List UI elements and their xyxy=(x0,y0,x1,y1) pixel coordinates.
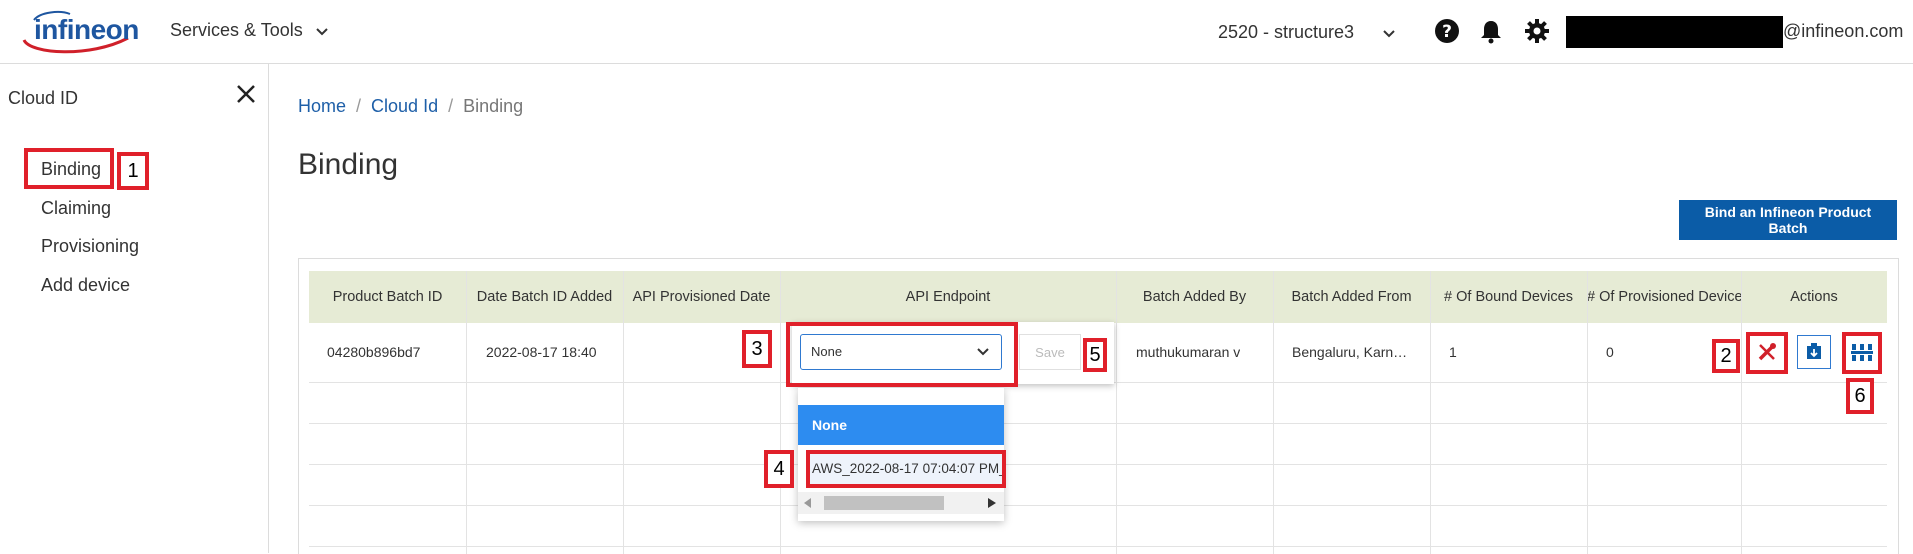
close-icon[interactable] xyxy=(234,82,258,106)
grid-line xyxy=(1741,271,1742,554)
services-tools-menu[interactable]: Services & Tools xyxy=(170,20,328,41)
dropdown-option-none[interactable]: None xyxy=(798,405,1004,445)
annotation-number: 5 xyxy=(1083,338,1107,372)
breadcrumb-separator: / xyxy=(448,96,454,116)
redacted-username xyxy=(1566,16,1783,48)
annotation-box xyxy=(1746,332,1788,374)
grid-line xyxy=(1116,271,1117,554)
annotation-box xyxy=(24,148,114,189)
column-header: Batch Added From xyxy=(1291,289,1412,305)
help-icon[interactable]: ? xyxy=(1434,18,1460,44)
svg-text:?: ? xyxy=(1442,22,1452,42)
annotation-number: 1 xyxy=(117,152,149,190)
grid-line xyxy=(1587,271,1588,554)
breadcrumb-home[interactable]: Home xyxy=(298,96,346,116)
logo-text: infineon xyxy=(34,14,139,45)
annotation-box xyxy=(1842,332,1882,374)
export-button[interactable] xyxy=(1797,335,1831,369)
cell-provisioned-devices: 0 xyxy=(1606,344,1614,360)
sidebar: Cloud ID Binding Claiming Provisioning A… xyxy=(0,64,269,553)
annotation-number: 3 xyxy=(742,330,772,368)
column-header: API Endpoint xyxy=(905,289,991,305)
breadcrumb-cloud-id[interactable]: Cloud Id xyxy=(371,96,438,116)
cell-bound-devices: 1 xyxy=(1449,344,1457,360)
bind-product-batch-button[interactable]: Bind an Infineon Product Batch xyxy=(1679,200,1897,240)
page-title: Binding xyxy=(298,148,399,181)
scroll-left-icon[interactable] xyxy=(804,498,812,508)
breadcrumb-separator: / xyxy=(356,96,362,116)
option-label: None xyxy=(812,417,847,433)
annotation-number: 2 xyxy=(1712,339,1740,373)
chevron-down-icon xyxy=(1383,30,1395,38)
grid-line xyxy=(309,505,1887,506)
grid-line xyxy=(309,423,1887,424)
project-label: 2520 - structure3 xyxy=(1218,22,1355,42)
chevron-down-icon xyxy=(316,28,328,36)
user-email[interactable]: @infineon.com xyxy=(1783,21,1903,42)
grid-line xyxy=(623,271,624,554)
cell-product-batch-id: 04280b896bd7 xyxy=(327,344,421,360)
sidebar-item-add-device[interactable]: Add device xyxy=(41,275,130,296)
annotation-number: 6 xyxy=(1846,378,1874,414)
annotation-box xyxy=(806,450,1006,488)
sidebar-item-provisioning[interactable]: Provisioning xyxy=(41,236,139,257)
grid-line xyxy=(1430,271,1431,554)
services-tools-label: Services & Tools xyxy=(170,20,303,40)
download-box-icon xyxy=(1807,343,1821,359)
grid-line xyxy=(309,546,1887,547)
save-button[interactable]: Save xyxy=(1019,334,1081,370)
sidebar-title: Cloud ID xyxy=(8,88,79,108)
bell-icon[interactable] xyxy=(1478,18,1504,44)
breadcrumb-current: Binding xyxy=(463,96,524,116)
grid-line xyxy=(780,271,781,554)
sidebar-item-claiming[interactable]: Claiming xyxy=(41,198,111,219)
infineon-logo[interactable]: infineon xyxy=(20,10,139,54)
grid-line xyxy=(466,271,467,554)
column-header: Product Batch ID xyxy=(332,289,443,305)
scroll-right-icon[interactable] xyxy=(988,498,996,508)
column-header: # Of Bound Devices xyxy=(1444,289,1573,305)
cell-date-added: 2022-08-17 18:40 xyxy=(486,344,597,360)
scrollbar-thumb[interactable] xyxy=(824,496,944,510)
binding-table: Product Batch ID Date Batch ID Added API… xyxy=(298,258,1899,554)
column-header: Date Batch ID Added xyxy=(476,289,613,305)
project-selector[interactable]: 2520 - structure3 xyxy=(1218,22,1395,43)
column-header: Actions xyxy=(1790,289,1838,305)
grid-line xyxy=(309,464,1887,465)
column-header: API Provisioned Date xyxy=(632,289,771,305)
gear-icon[interactable] xyxy=(1524,18,1550,44)
annotation-box xyxy=(786,322,1018,387)
column-header: # Of Provisioned Devices xyxy=(1587,289,1741,305)
top-bar: infineon Services & Tools 2520 - structu… xyxy=(0,0,1913,64)
annotation-number: 4 xyxy=(764,450,794,488)
table-header: Product Batch ID Date Batch ID Added API… xyxy=(309,271,1887,323)
breadcrumb: Home / Cloud Id / Binding xyxy=(298,96,523,117)
cell-added-by: muthukumaran v xyxy=(1136,344,1241,360)
cell-added-from: Bengaluru, Karn… xyxy=(1292,344,1408,360)
grid-line xyxy=(1273,271,1274,554)
column-header: Batch Added By xyxy=(1142,289,1247,305)
dropdown-horizontal-scrollbar[interactable] xyxy=(798,492,1004,514)
